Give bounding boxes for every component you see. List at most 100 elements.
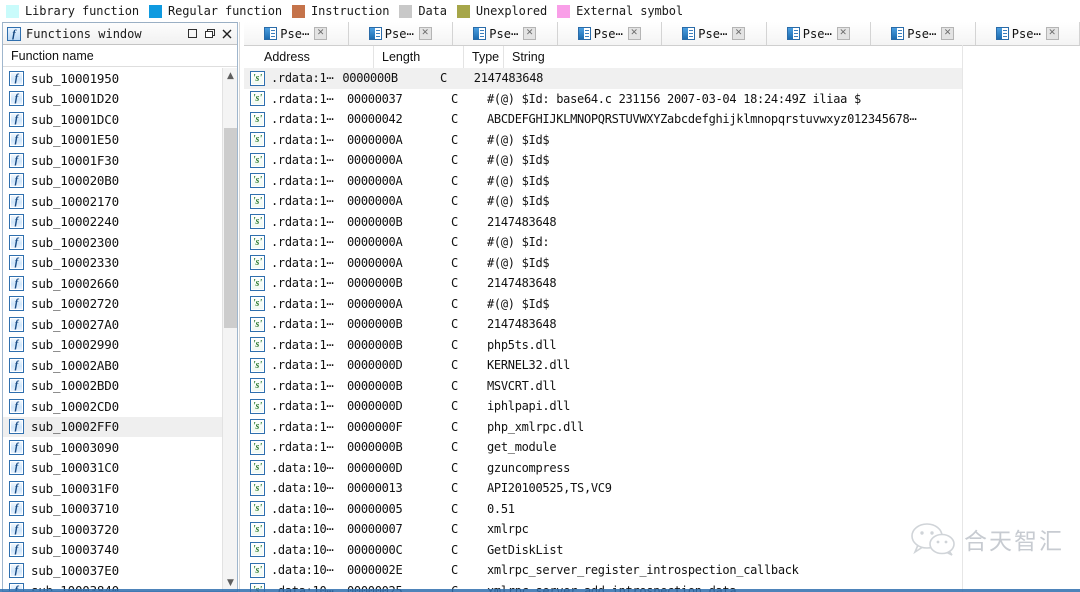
close-icon[interactable] <box>218 25 235 43</box>
column-header-length[interactable]: Length <box>374 45 464 69</box>
strings-table-row[interactable]: 's' .rdata:1⋯ 0000000B Cphp5ts.dll <box>244 335 1080 356</box>
strings-table-row[interactable]: 's' .rdata:1⋯ 0000000B C 2147483648 <box>244 273 1080 294</box>
strings-table-row[interactable]: 's' .rdata:1⋯ 0000000B C MSVCRT.dll <box>244 376 1080 397</box>
functions-column-header[interactable]: Function name <box>3 45 237 67</box>
close-icon[interactable]: ✕ <box>314 27 328 40</box>
function-list-item[interactable]: f sub_10002FF0 <box>3 416 222 437</box>
function-list-item[interactable]: f sub_10002720 <box>3 294 222 315</box>
function-list-item[interactable]: f sub_10001950 <box>3 68 222 89</box>
strings-table-row[interactable]: 's' .rdata:1⋯ 0000000A C #(@) $Id$ <box>244 171 1080 192</box>
close-icon[interactable]: ✕ <box>418 27 432 40</box>
strings-table-row[interactable]: 's' .rdata:1⋯ 0000000A C #(@) $Id$ <box>244 191 1080 212</box>
chevron-up-icon[interactable]: ▲ <box>223 68 238 84</box>
tab-pseudocode[interactable]: Pse⋯ ✕ <box>662 22 767 45</box>
string-type: C <box>451 214 458 229</box>
function-list-item[interactable]: f sub_100031C0 <box>3 458 222 479</box>
close-icon[interactable]: ✕ <box>732 27 746 40</box>
close-icon[interactable]: ✕ <box>1045 27 1059 40</box>
close-icon[interactable]: ✕ <box>941 27 955 40</box>
function-name-label: sub_10002170 <box>31 193 119 209</box>
strings-table-row[interactable]: 's' .data:10⋯ 0000000C C GetDiskList <box>244 540 1080 561</box>
function-list-item[interactable]: f sub_100031F0 <box>3 478 222 499</box>
function-list-item[interactable]: f sub_10001E50 <box>3 130 222 151</box>
function-list-item[interactable]: f sub_10002BD0 <box>3 376 222 397</box>
column-header-string[interactable]: String <box>504 46 1004 69</box>
function-list-item[interactable]: f sub_10002300 <box>3 232 222 253</box>
strings-table-row[interactable]: 's' .data:10⋯ 0000002E Cxmlrpc_server_regis… <box>244 560 1080 581</box>
string-value: #(@) $Id$ <box>487 153 550 168</box>
close-icon[interactable]: ✕ <box>836 27 850 40</box>
tab-pseudocode[interactable]: Pse⋯ ✕ <box>766 22 871 45</box>
strings-table-row[interactable]: 's' .rdata:1⋯ 00000037 C #(@) $Id: base64.c … <box>244 89 1080 110</box>
column-header-address[interactable]: Address <box>256 45 374 69</box>
strings-table-row[interactable]: 's' .rdata:1⋯ 0000000F Cphp_xmlrpc.dll <box>244 417 1080 438</box>
string-value: 2147483648 <box>473 71 544 86</box>
strings-table-row[interactable]: 's' .data:10⋯ 00000007 Cxmlrpc <box>244 519 1080 540</box>
tab-pseudocode[interactable]: Pse⋯ ✕ <box>557 22 662 45</box>
strings-table-row[interactable]: 's' .rdata:1⋯ 00000042 C ABCDEFGHIJKLMNOPQRS… <box>244 109 1080 130</box>
function-list-item[interactable]: f sub_10003710 <box>3 499 222 520</box>
strings-list[interactable]: 's' .rdata:1⋯ 0000000B C 2147483648 's' .rdata… <box>244 68 1080 592</box>
string-length: 0000000A <box>347 132 403 147</box>
function-list-item[interactable]: f sub_10001DC0 <box>3 109 222 130</box>
strings-table-row[interactable]: 's' .rdata:1⋯ 0000000A C #(@) $Id: <box>244 232 1080 253</box>
function-list-item[interactable]: f sub_100037E0 <box>3 560 222 581</box>
strings-table-row[interactable]: 's' .data:10⋯ 00000013 C API20100525,TS,VC9 <box>244 478 1080 499</box>
function-f-icon: f <box>9 337 24 353</box>
function-list-item[interactable]: f sub_10003090 <box>3 437 222 458</box>
string-s-icon: 's' <box>250 562 265 578</box>
strings-table-row[interactable]: 's' .data:10⋯ 00000005 C 0.51 <box>244 499 1080 520</box>
strings-table-row[interactable]: 's' .rdata:1⋯ 0000000A C #(@) $Id$ <box>244 150 1080 171</box>
tab-pseudocode[interactable]: Pse⋯ ✕ <box>348 22 453 45</box>
strings-table-row[interactable]: 's' .rdata:1⋯ 0000000B Cget_module <box>244 437 1080 458</box>
restore-icon[interactable] <box>201 25 218 43</box>
strings-table-row[interactable]: 's' .rdata:1⋯ 0000000D C KERNEL32.dll <box>244 355 1080 376</box>
legend-item: Library function <box>6 4 139 18</box>
maximize-icon[interactable] <box>184 25 201 43</box>
functions-scrollbar[interactable]: ▲ ▼ <box>222 68 237 591</box>
function-list-item[interactable]: f sub_10001D20 <box>3 89 222 110</box>
tab-pseudocode[interactable]: Pse⋯ ✕ <box>453 22 558 45</box>
tab-pseudocode[interactable]: Pse⋯ ✕ <box>975 22 1080 45</box>
column-header-type[interactable]: Type <box>464 45 504 69</box>
string-type: C <box>451 255 458 270</box>
function-list-item[interactable]: f sub_100027A0 <box>3 314 222 335</box>
function-list-item[interactable]: f sub_10002170 <box>3 191 222 212</box>
functions-list[interactable]: f sub_10001950 f sub_10001D20 f sub_10001DC0 f… <box>3 68 222 591</box>
string-address: .rdata:1⋯ <box>271 235 334 250</box>
close-icon[interactable]: ✕ <box>627 27 641 40</box>
function-name-label: sub_10001DC0 <box>31 111 119 127</box>
strings-table-row[interactable]: 's' .rdata:1⋯ 0000000A C #(@) $Id$ <box>244 294 1080 315</box>
legend-item-label: Unexplored <box>475 4 548 18</box>
function-list-item[interactable]: f sub_10002CD0 <box>3 396 222 417</box>
string-value: #(@) $Id$ <box>487 132 550 147</box>
function-list-item[interactable]: f sub_10002990 <box>3 335 222 356</box>
string-value: API20100525,TS,VC9 <box>487 481 612 496</box>
functions-scrollbar-thumb[interactable] <box>224 128 237 328</box>
function-list-item[interactable]: f sub_10002240 <box>3 212 222 233</box>
strings-table-row[interactable]: 's' .data:10⋯ 0000000D Cgzuncompress <box>244 458 1080 479</box>
function-list-item[interactable]: f sub_10001F30 <box>3 150 222 171</box>
string-address: .rdata:1⋯ <box>271 276 334 291</box>
close-icon[interactable]: ✕ <box>523 27 537 40</box>
strings-table-row[interactable]: 's' .rdata:1⋯ 0000000B C 2147483648 <box>244 212 1080 233</box>
function-list-item[interactable]: f sub_10003720 <box>3 519 222 540</box>
strings-table-row[interactable]: 's' .rdata:1⋯ 0000000A C #(@) $Id$ <box>244 130 1080 151</box>
string-address: .rdata:1⋯ <box>271 255 334 270</box>
string-length: 0000000B <box>347 276 403 291</box>
function-list-item[interactable]: f sub_100020B0 <box>3 171 222 192</box>
strings-table-row[interactable]: 's' .rdata:1⋯ 0000000B C 2147483648 <box>244 314 1080 335</box>
tab-pseudocode[interactable]: Pse⋯ ✕ <box>244 22 349 45</box>
functions-window-title: Functions window <box>26 26 142 41</box>
legend-item-label: Regular function <box>168 4 282 18</box>
strings-table-row[interactable]: 's' .rdata:1⋯ 0000000D Ciphlpapi.dll <box>244 396 1080 417</box>
function-list-item[interactable]: f sub_10002AB0 <box>3 355 222 376</box>
function-list-item[interactable]: f sub_10003740 <box>3 540 222 561</box>
function-list-item[interactable]: f sub_10002660 <box>3 273 222 294</box>
tab-pseudocode[interactable]: Pse⋯ ✕ <box>871 22 976 45</box>
string-s-icon: 's' <box>250 275 265 291</box>
string-type: C <box>451 317 458 332</box>
function-list-item[interactable]: f sub_10002330 <box>3 253 222 274</box>
strings-table-row[interactable]: 's' .rdata:1⋯ 0000000A C #(@) $Id$ <box>244 253 1080 274</box>
strings-table-row[interactable]: 's' .rdata:1⋯ 0000000B C 2147483648 <box>244 68 962 89</box>
